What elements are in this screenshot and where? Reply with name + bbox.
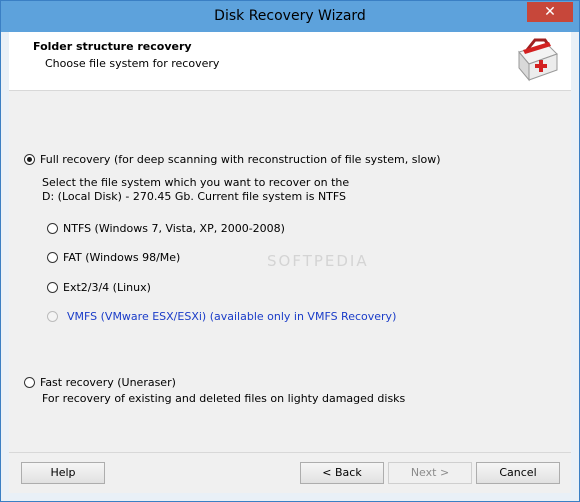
back-button[interactable]: < Back xyxy=(300,462,384,484)
wizard-client: Folder structure recovery Choose file sy… xyxy=(9,32,571,493)
watermark: SOFTPEDIA xyxy=(267,252,369,270)
ntfs-label: NTFS (Windows 7, Vista, XP, 2000-2008) xyxy=(63,222,285,235)
radio-icon xyxy=(47,223,58,234)
ext-label: Ext2/3/4 (Linux) xyxy=(63,281,151,294)
close-button[interactable]: ✕ xyxy=(527,2,573,22)
vmfs-label: VMFS (VMware ESX/ESXi) (available only i… xyxy=(67,310,397,323)
help-button[interactable]: Help xyxy=(21,462,105,484)
title-bar: Disk Recovery Wizard ✕ xyxy=(1,1,579,32)
wizard-header: Folder structure recovery Choose file sy… xyxy=(9,32,571,91)
wizard-window: Disk Recovery Wizard ✕ Folder structure … xyxy=(0,0,580,502)
fast-recovery-label: Fast recovery (Uneraser) xyxy=(40,376,176,389)
ntfs-radio[interactable]: NTFS (Windows 7, Vista, XP, 2000-2008) xyxy=(47,222,285,235)
wizard-content: SOFTPEDIA Full recovery (for deep scanni… xyxy=(9,92,571,452)
page-subtitle: Choose file system for recovery xyxy=(45,57,220,70)
filesystem-description-2: D: (Local Disk) - 270.45 Gb. Current fil… xyxy=(42,190,347,203)
radio-icon xyxy=(24,377,35,388)
radio-icon xyxy=(47,252,58,263)
filesystem-description-1: Select the file system which you want to… xyxy=(42,176,350,189)
full-recovery-radio[interactable]: Full recovery (for deep scanning with re… xyxy=(24,153,441,166)
fat-label: FAT (Windows 98/Me) xyxy=(63,251,181,264)
first-aid-kit-icon xyxy=(513,38,561,82)
next-button: Next > xyxy=(388,462,472,484)
cancel-button[interactable]: Cancel xyxy=(476,462,560,484)
full-recovery-label: Full recovery (for deep scanning with re… xyxy=(40,153,441,166)
footer-divider xyxy=(9,452,571,453)
close-icon: ✕ xyxy=(544,4,556,20)
fat-radio[interactable]: FAT (Windows 98/Me) xyxy=(47,251,180,264)
fast-recovery-description: For recovery of existing and deleted fil… xyxy=(42,392,406,405)
ext-radio[interactable]: Ext2/3/4 (Linux) xyxy=(47,281,151,294)
fast-recovery-radio[interactable]: Fast recovery (Uneraser) xyxy=(24,376,176,389)
page-title: Folder structure recovery xyxy=(33,40,192,53)
radio-icon xyxy=(47,282,58,293)
radio-selected-icon xyxy=(24,154,35,165)
vmfs-radio: VMFS (VMware ESX/ESXi) (available only i… xyxy=(47,310,396,323)
radio-disabled-icon xyxy=(47,311,58,322)
window-title: Disk Recovery Wizard xyxy=(214,8,366,24)
